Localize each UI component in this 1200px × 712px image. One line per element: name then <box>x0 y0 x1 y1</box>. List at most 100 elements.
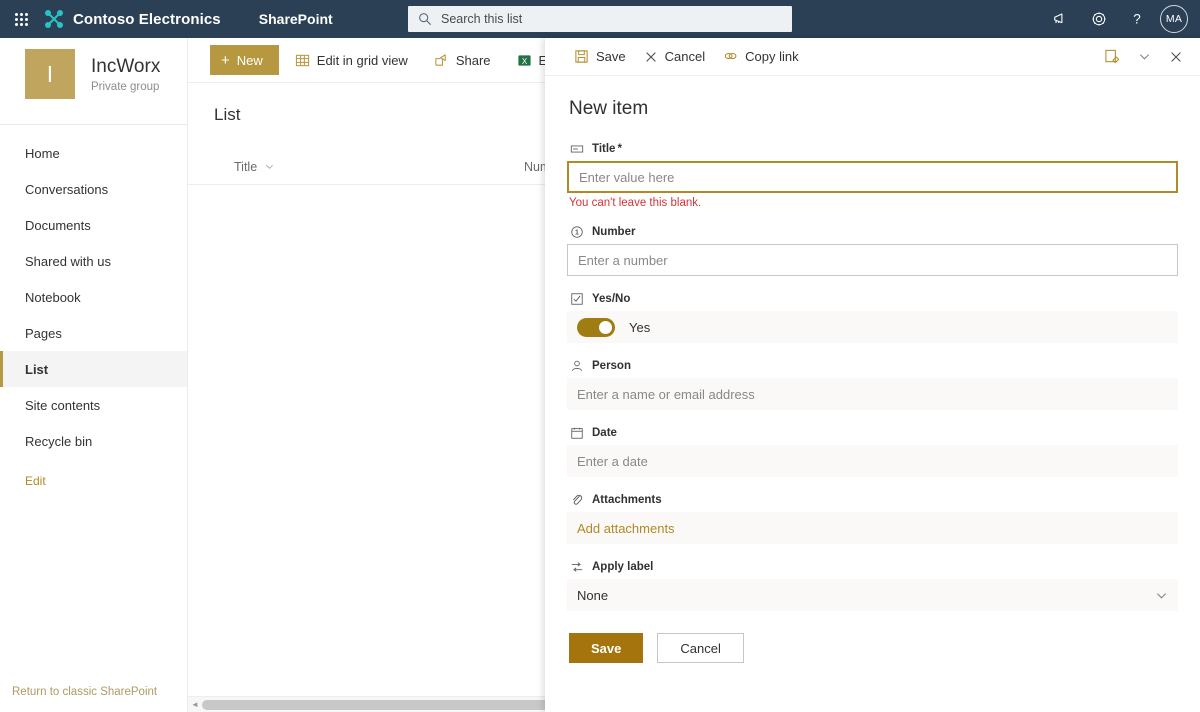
edit-label: Edit <box>25 474 46 488</box>
title-input[interactable] <box>567 161 1178 193</box>
edit-grid-label: Edit in grid view <box>316 52 408 68</box>
field-label-date: Date <box>567 426 1178 440</box>
apply-label-label-text: Apply label <box>592 561 654 573</box>
chevron-down-icon[interactable] <box>1128 41 1160 73</box>
search-box[interactable] <box>408 6 792 32</box>
field-attachments: Attachments Add attachments <box>567 493 1178 544</box>
scroll-left-arrow[interactable]: ◄ <box>188 700 202 709</box>
brand-name[interactable]: Contoso Electronics <box>73 11 221 28</box>
edit-form-icon[interactable] <box>1096 41 1128 73</box>
panel-cancel-command[interactable]: Cancel <box>635 42 714 72</box>
checkbox-icon <box>569 292 585 306</box>
sidebar-item-documents[interactable]: Documents <box>0 207 187 243</box>
person-input[interactable]: Enter a name or email address <box>567 378 1178 410</box>
cancel-button[interactable]: Cancel <box>657 633 744 663</box>
sidebar-item-home[interactable]: Home <box>0 135 187 171</box>
add-attachments-link[interactable]: Add attachments <box>567 512 1178 544</box>
link-icon <box>723 49 738 64</box>
field-apply-label: Apply label None <box>567 560 1178 611</box>
yesno-label-text: Yes/No <box>592 293 631 305</box>
nav-label: Notebook <box>25 289 81 305</box>
sidebar-item-notebook[interactable]: Notebook <box>0 279 187 315</box>
column-header-title[interactable]: Title <box>234 160 524 174</box>
panel-form-body: New item Title * You can't leave this bl… <box>545 76 1200 663</box>
field-number: 1 Number <box>567 225 1178 276</box>
date-label-text: Date <box>592 427 617 439</box>
megaphone-icon[interactable] <box>1042 0 1080 38</box>
share-label: Share <box>455 52 491 68</box>
sidebar-edit-button[interactable]: Edit <box>0 463 187 499</box>
apply-label-selected-value: None <box>577 587 609 603</box>
page-title: New item <box>569 98 649 119</box>
sidebar-item-shared-with-us[interactable]: Shared with us <box>0 243 187 279</box>
nav-label: Shared with us <box>25 253 111 269</box>
number-label-text: Number <box>592 226 636 238</box>
waffle-icon <box>14 12 28 26</box>
yesno-toggle-label: Yes <box>629 319 651 335</box>
site-privacy-label: Private group <box>91 80 160 93</box>
save-button[interactable]: Save <box>569 633 644 663</box>
sidebar-item-site-contents[interactable]: Site contents <box>0 387 187 423</box>
svg-text:?: ? <box>1133 12 1141 27</box>
help-icon[interactable]: ? <box>1118 0 1156 38</box>
panel-footer-actions: Save Cancel <box>567 633 1178 663</box>
excel-icon: X <box>517 53 532 68</box>
nav-label: Home <box>25 145 60 161</box>
save-icon <box>574 49 589 64</box>
field-label-yesno: Yes/No <box>567 292 1178 306</box>
number-icon: 1 <box>569 225 585 239</box>
edit-in-grid-view-button[interactable]: Edit in grid view <box>285 45 418 75</box>
calendar-icon <box>569 426 585 440</box>
panel-save-label: Save <box>596 49 626 64</box>
panel-command-bar: Save Cancel Copy link <box>545 38 1200 76</box>
share-button[interactable]: Share <box>424 45 501 75</box>
nav-label: Documents <box>25 217 91 233</box>
return-to-classic-link[interactable]: Return to classic SharePoint <box>12 686 157 698</box>
site-title[interactable]: IncWorx <box>91 56 160 78</box>
field-label-number: 1 Number <box>567 225 1178 239</box>
site-nav-list: Home Conversations Documents Shared with… <box>0 135 187 499</box>
title-error-message: You can't leave this blank. <box>569 197 702 209</box>
yesno-toggle-row: Yes <box>567 311 1178 343</box>
gear-icon[interactable] <box>1080 0 1118 38</box>
avatar[interactable]: MA <box>1160 5 1188 33</box>
nav-label: Conversations <box>25 181 109 197</box>
column-title-label: Title <box>234 159 258 174</box>
panel-copy-link-command[interactable]: Copy link <box>714 42 807 72</box>
apply-label-dropdown[interactable]: None <box>567 579 1178 611</box>
field-date: Date Enter a date <box>567 426 1178 477</box>
grid-icon <box>295 53 310 68</box>
new-item-button[interactable]: + New <box>210 45 279 75</box>
panel-cancel-label: Cancel <box>664 49 706 64</box>
sidebar-item-list[interactable]: List <box>0 351 187 387</box>
app-launcher-button[interactable] <box>0 12 42 26</box>
chevron-down-icon <box>1155 589 1168 602</box>
number-input[interactable] <box>567 244 1178 276</box>
date-input[interactable]: Enter a date <box>567 445 1178 477</box>
sidebar-item-pages[interactable]: Pages <box>0 315 187 351</box>
search-input[interactable] <box>441 7 792 31</box>
nav-label: List <box>25 361 49 377</box>
field-label-apply-label: Apply label <box>567 560 1178 574</box>
yesno-toggle[interactable] <box>577 317 615 337</box>
panel-header-actions <box>1096 41 1192 73</box>
new-item-panel: Save Cancel Copy link New item Title * E… <box>545 38 1200 712</box>
plus-icon: + <box>221 51 230 69</box>
panel-close-icon[interactable] <box>1160 41 1192 73</box>
svg-text:1: 1 <box>575 230 579 237</box>
suite-app-name[interactable]: SharePoint <box>259 11 333 27</box>
nav-label: Pages <box>25 325 62 341</box>
toggle-knob <box>599 320 612 334</box>
person-icon <box>569 359 585 373</box>
new-button-label: New <box>236 52 263 68</box>
textbox-icon <box>569 142 585 156</box>
nav-divider <box>0 124 187 125</box>
sidebar-item-recycle-bin[interactable]: Recycle bin <box>0 423 187 459</box>
title-label-text: Title <box>592 143 616 155</box>
paperclip-icon <box>569 493 585 507</box>
site-logo: I <box>25 49 75 99</box>
contoso-logo-icon <box>44 9 64 29</box>
panel-save-command[interactable]: Save <box>565 42 635 72</box>
suite-bar: Contoso Electronics SharePoint Search th… <box>0 0 1200 38</box>
sidebar-item-conversations[interactable]: Conversations <box>0 171 187 207</box>
